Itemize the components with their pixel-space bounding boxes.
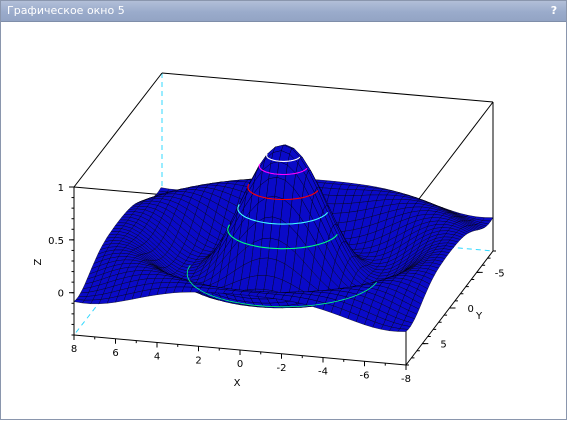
surface-plot: 8 6 4 2 0 -2 -4 -6 -8 -5 0 5 1 0.5 0 X Y Z — [1, 22, 566, 419]
box-edge-top-left — [74, 73, 162, 187]
x-tick-label: 0 — [237, 359, 243, 370]
x-tick-label: -8 — [401, 374, 411, 385]
y-tick-label: -5 — [495, 268, 505, 279]
z-tick-label: 0 — [58, 289, 64, 300]
x-tick-label: 4 — [154, 352, 160, 363]
surface-mesh — [74, 145, 493, 332]
plot-canvas[interactable]: 8 6 4 2 0 -2 -4 -6 -8 -5 0 5 1 0.5 0 X Y Z — [1, 22, 566, 419]
title-bar[interactable]: Графическое окно 5 ? — [1, 1, 566, 22]
y-tick-label: 5 — [440, 340, 446, 351]
x-tick-label: 6 — [112, 348, 118, 359]
y-axis-label: Y — [475, 311, 483, 322]
x-tick-label: 2 — [195, 355, 201, 366]
z-axis-label: Z — [33, 258, 44, 265]
x-tick-label: -4 — [318, 367, 328, 378]
box-edge-top-back — [162, 73, 493, 102]
x-axis-label: X — [234, 378, 241, 389]
graphic-window: Графическое окно 5 ? — [0, 0, 567, 420]
x-tick-label: -2 — [277, 363, 287, 374]
z-tick-label: 0.5 — [48, 236, 64, 247]
z-tick-label: 1 — [58, 183, 64, 194]
y-tick-label: 0 — [468, 304, 474, 315]
x-tick-label: 8 — [71, 344, 77, 355]
window-title: Графическое окно 5 — [7, 4, 125, 17]
help-button[interactable]: ? — [549, 4, 559, 18]
x-tick-label: -6 — [360, 370, 370, 381]
